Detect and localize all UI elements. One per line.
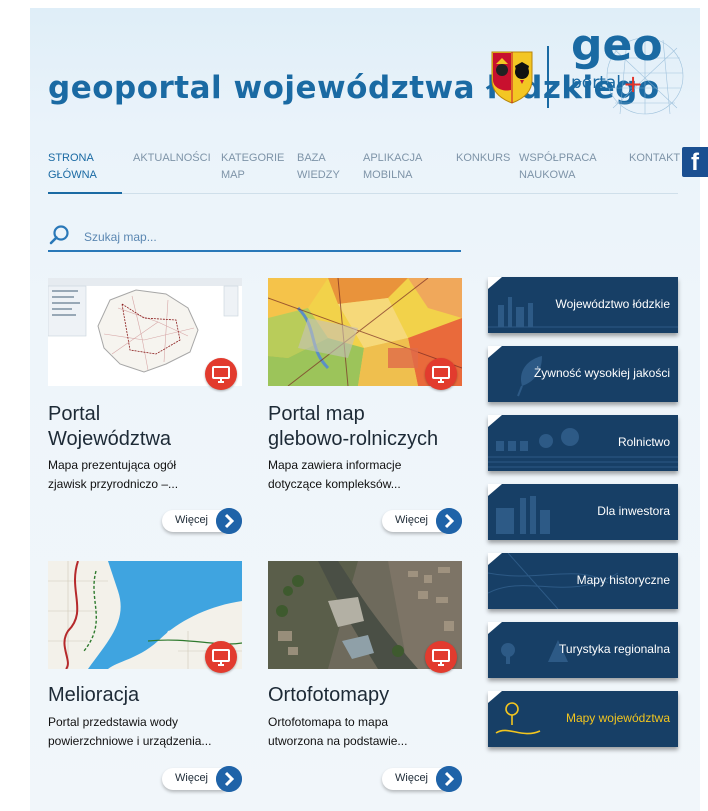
- side-button-label: Rolnictwo: [617, 435, 670, 449]
- card-title[interactable]: Melioracja: [48, 683, 139, 708]
- card-title-line1: Portal map: [268, 403, 365, 425]
- card-title[interactable]: Portal Województwa: [48, 402, 171, 452]
- card-title-line2: Województwa: [48, 428, 172, 450]
- coat-of-arms-icon: [491, 51, 533, 104]
- side-button-mapy-historyczne[interactable]: Mapy historyczne: [488, 553, 678, 609]
- nav-label-line1: BAZA: [297, 152, 326, 164]
- card-desc-line1: Mapa zawiera informacje: [268, 458, 402, 472]
- more-button-label: Więcej: [395, 772, 429, 784]
- desktop-map-badge[interactable]: [425, 641, 457, 673]
- card-desc-line2: zjawisk przyrodniczo –...: [48, 477, 179, 491]
- nav-item-kategorie-map[interactable]: KATEGORIE MAP: [221, 150, 284, 184]
- side-button-turystyka-regionalna[interactable]: Turystyka regionalna: [488, 622, 678, 678]
- search-bar[interactable]: [48, 224, 461, 252]
- nav-divider: [48, 193, 678, 194]
- nav-item-wspolpraca-naukowa[interactable]: WSPÓŁPRACA NAUKOWA: [519, 150, 597, 184]
- header-divider: [547, 46, 549, 108]
- card-desc-line1: Portal przedstawia wody: [48, 715, 179, 729]
- more-button[interactable]: Więcej: [382, 766, 462, 792]
- nav-item-kontakt[interactable]: KONTAKT: [629, 150, 680, 167]
- chevron-right-icon: [436, 766, 462, 792]
- nav-label-line1: KONTAKT: [629, 152, 681, 164]
- side-button-label: Mapy województwa: [565, 711, 670, 725]
- nav-label-line1: STRONA: [48, 152, 94, 164]
- card-title-line1: Portal: [48, 403, 101, 425]
- facebook-icon[interactable]: f: [682, 147, 708, 177]
- nav-item-baza-wiedzy[interactable]: BAZA WIEDZY: [297, 150, 340, 184]
- side-button-dla-inwestora[interactable]: Dla inwestora: [488, 484, 678, 540]
- card-desc-line2: utworzona na podstawie...: [268, 734, 408, 748]
- nav-item-konkurs[interactable]: KONKURS: [456, 150, 510, 167]
- nav-active-underline: [48, 192, 122, 194]
- nav-label-line1: WSPÓŁPRACA: [519, 152, 597, 164]
- logo-geo-text: geo: [571, 20, 663, 71]
- chevron-right-icon: [216, 766, 242, 792]
- side-button-label: Województwo łódzkie: [555, 297, 671, 311]
- nav-item-strona-glowna[interactable]: STRONA GŁÓWNA: [48, 150, 97, 184]
- nav-label-line1: KONKURS: [456, 152, 511, 164]
- logo-plus-text: +: [623, 70, 643, 98]
- nav-label-line2: WIEDZY: [297, 169, 340, 181]
- side-button-wojewodztwo-lodzkie[interactable]: Województwo łódzkie: [488, 277, 678, 333]
- card-description: Portal przedstawia wody powierzchniowe i…: [48, 713, 243, 751]
- nav-item-aktualnosci[interactable]: AKTUALNOŚCI: [133, 150, 211, 167]
- side-button-label: Mapy historyczne: [576, 573, 670, 587]
- search-input[interactable]: [82, 226, 446, 248]
- card-desc-line2: dotyczące kompleksów...: [268, 477, 401, 491]
- map-card-melioracja[interactable]: Melioracja Portal przedstawia wody powie…: [48, 561, 242, 796]
- map-card-portal-wojewodztwa[interactable]: Portal Województwa Mapa prezentująca ogó…: [48, 278, 242, 538]
- side-button-zywnosc[interactable]: Żywność wysokiej jakości: [488, 346, 678, 402]
- nav-item-aplikacja-mobilna[interactable]: APLIKACJA MOBILNA: [363, 150, 422, 184]
- monitor-icon: [212, 649, 230, 666]
- more-button-label: Więcej: [175, 514, 209, 526]
- card-title[interactable]: Ortofotomapy: [268, 683, 389, 708]
- nav-label-line1: APLIKACJA: [363, 152, 423, 164]
- nav-label-line1: KATEGORIE: [221, 152, 285, 164]
- monitor-icon: [212, 366, 230, 383]
- card-description: Mapa prezentująca ogół zjawisk przyrodni…: [48, 456, 243, 494]
- card-desc-line2: powierzchniowe i urządzenia...: [48, 734, 212, 748]
- side-button-label: Turystyka regionalna: [559, 642, 670, 656]
- card-title[interactable]: Portal map glebowo-rolniczych: [268, 402, 438, 452]
- side-button-rolnictwo[interactable]: Rolnictwo: [488, 415, 678, 471]
- more-button[interactable]: Więcej: [382, 508, 462, 534]
- chevron-right-icon: [216, 508, 242, 534]
- nav-label-line2: MOBILNA: [363, 169, 413, 181]
- map-card-glebowo-rolnicze[interactable]: Portal map glebowo-rolniczych Mapa zawie…: [268, 278, 462, 538]
- side-button-label: Dla inwestora: [597, 504, 670, 518]
- search-icon[interactable]: [48, 224, 72, 248]
- card-desc-line1: Ortofotomapa to mapa: [268, 715, 389, 729]
- side-button-label: Żywność wysokiej jakości: [533, 366, 670, 380]
- card-title-line2: glebowo-rolniczych: [268, 428, 439, 450]
- more-button-label: Więcej: [395, 514, 429, 526]
- more-button-label: Więcej: [175, 772, 209, 784]
- desktop-map-badge[interactable]: [205, 358, 237, 390]
- card-description: Ortofotomapa to mapa utworzona na podsta…: [268, 713, 463, 751]
- logo-portal-text: portal: [571, 73, 621, 93]
- nav-label-line2: MAP: [221, 169, 245, 181]
- more-button[interactable]: Więcej: [162, 508, 242, 534]
- desktop-map-badge[interactable]: [425, 358, 457, 390]
- card-desc-line1: Mapa prezentująca ogół: [48, 458, 177, 472]
- monitor-icon: [432, 649, 450, 666]
- geoportal-plus-logo[interactable]: geo portal +: [565, 18, 695, 118]
- nav-label-line1: AKTUALNOŚCI: [133, 152, 211, 164]
- chevron-right-icon: [436, 508, 462, 534]
- desktop-map-badge[interactable]: [205, 641, 237, 673]
- nav-label-line2: GŁÓWNA: [48, 169, 97, 181]
- card-description: Mapa zawiera informacje dotyczące komple…: [268, 456, 463, 494]
- map-card-ortofotomapy[interactable]: Ortofotomapy Ortofotomapa to mapa utworz…: [268, 561, 462, 796]
- side-button-mapy-wojewodztwa[interactable]: Mapy województwa: [488, 691, 678, 747]
- more-button[interactable]: Więcej: [162, 766, 242, 792]
- monitor-icon: [432, 366, 450, 383]
- nav-label-line2: NAUKOWA: [519, 169, 576, 181]
